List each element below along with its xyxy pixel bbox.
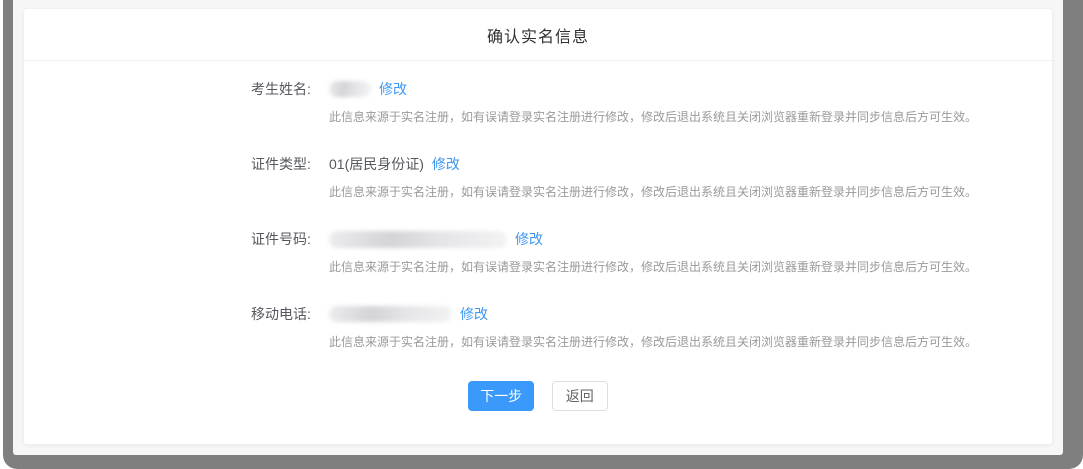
modify-candidate-name-link[interactable]: 修改 <box>379 79 407 99</box>
next-step-button[interactable]: 下一步 <box>468 381 534 411</box>
back-button[interactable]: 返回 <box>552 381 608 411</box>
row-main: 证件类型: 01(居民身份证) 修改 <box>251 154 1052 174</box>
field-help-text: 此信息来源于实名注册，如有误请登录实名注册进行修改，修改后退出系统且关闭浏览器重… <box>329 333 1052 350</box>
form-row-candidate-name: 考生姓名: 修改 此信息来源于实名注册，如有误请登录实名注册进行修改，修改后退出… <box>251 79 1052 125</box>
form-row-id-number: 证件号码: 修改 此信息来源于实名注册，如有误请登录实名注册进行修改，修改后退出… <box>251 229 1052 275</box>
row-main: 移动电话: 修改 <box>251 304 1052 324</box>
screenshot-stage: 确认实名信息 考生姓名: 修改 此信息来源于实名注册，如有误请登录实名注册进行修… <box>0 0 1083 469</box>
page-title: 确认实名信息 <box>487 23 589 47</box>
row-main: 证件号码: 修改 <box>251 229 1052 249</box>
modify-mobile-phone-link[interactable]: 修改 <box>460 304 488 324</box>
page-background: 确认实名信息 考生姓名: 修改 此信息来源于实名注册，如有误请登录实名注册进行修… <box>13 0 1063 455</box>
redacted-id-number-value <box>329 231 507 248</box>
row-main: 考生姓名: 修改 <box>251 79 1052 99</box>
action-buttons: 下一步 返回 <box>24 381 1052 411</box>
form-row-mobile-phone: 移动电话: 修改 此信息来源于实名注册，如有误请登录实名注册进行修改，修改后退出… <box>251 304 1052 350</box>
redacted-mobile-phone-value <box>329 306 452 322</box>
card-header: 确认实名信息 <box>24 9 1052 61</box>
confirm-identity-card: 确认实名信息 考生姓名: 修改 此信息来源于实名注册，如有误请登录实名注册进行修… <box>23 8 1053 445</box>
modify-id-type-link[interactable]: 修改 <box>432 154 460 174</box>
field-help-text: 此信息来源于实名注册，如有误请登录实名注册进行修改，修改后退出系统且关闭浏览器重… <box>329 258 1052 275</box>
field-label-mobile-phone: 移动电话: <box>251 304 329 324</box>
card-body: 考生姓名: 修改 此信息来源于实名注册，如有误请登录实名注册进行修改，修改后退出… <box>24 79 1052 411</box>
field-help-text: 此信息来源于实名注册，如有误请登录实名注册进行修改，修改后退出系统且关闭浏览器重… <box>329 183 1052 200</box>
id-type-value: 01(居民身份证) <box>329 154 424 174</box>
field-label-candidate-name: 考生姓名: <box>251 79 329 99</box>
field-help-text: 此信息来源于实名注册，如有误请登录实名注册进行修改，修改后退出系统且关闭浏览器重… <box>329 108 1052 125</box>
field-label-id-type: 证件类型: <box>251 154 329 174</box>
form-row-id-type: 证件类型: 01(居民身份证) 修改 此信息来源于实名注册，如有误请登录实名注册… <box>251 154 1052 200</box>
redacted-candidate-name-value <box>329 81 371 97</box>
field-label-id-number: 证件号码: <box>251 229 329 249</box>
modify-id-number-link[interactable]: 修改 <box>515 229 543 249</box>
